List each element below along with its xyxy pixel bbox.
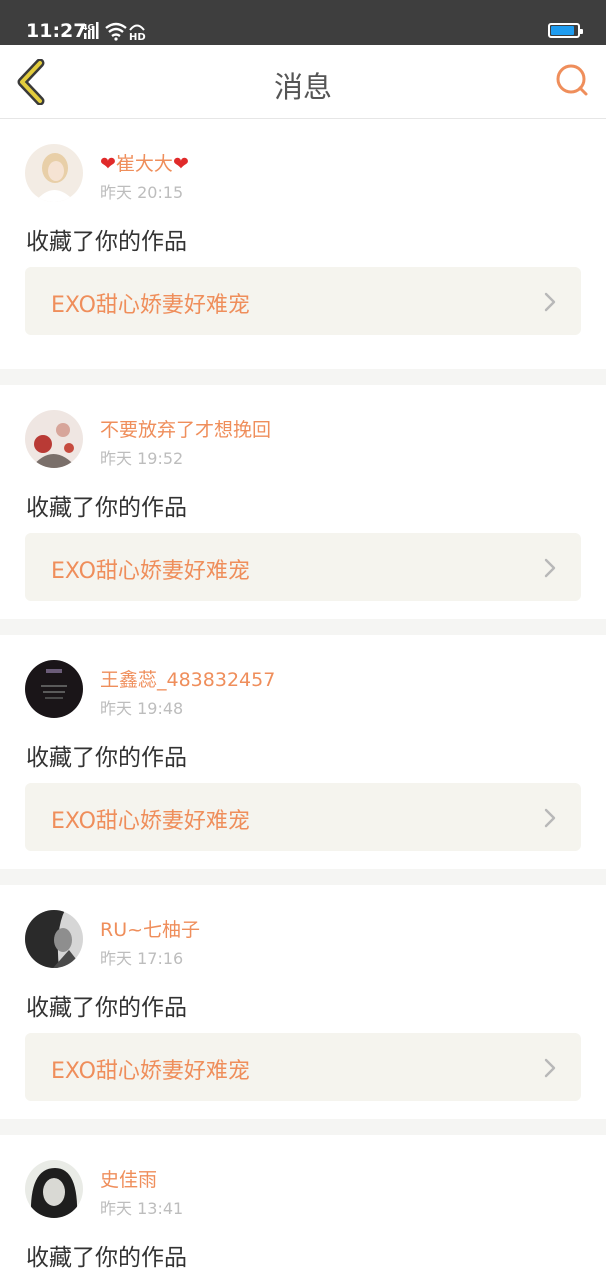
chevron-right-icon <box>544 808 556 828</box>
timestamp: 昨天 19:52 <box>100 449 184 468</box>
action-text: 收藏了你的作品 <box>26 995 187 1021</box>
user-name[interactable]: RU~七柚子 <box>100 915 200 942</box>
user-name-text: 崔大大 <box>115 153 173 175</box>
timestamp: 昨天 17:16 <box>100 949 184 968</box>
work-title: EXO甜心娇妻好难宠 <box>51 293 250 318</box>
action-text: 收藏了你的作品 <box>26 495 187 521</box>
message-item: 不要放弃了才想挽回 昨天 19:52 收藏了你的作品 EXO甜心娇妻好难宠 <box>0 369 606 619</box>
user-name[interactable]: 史佳雨 <box>100 1165 157 1192</box>
status-icons: 4G HD <box>82 22 146 41</box>
user-name[interactable]: ❤崔大大❤ <box>100 149 189 176</box>
chevron-right-icon <box>544 292 556 312</box>
user-avatar[interactable] <box>25 910 83 968</box>
battery-level <box>551 26 575 35</box>
action-text: 收藏了你的作品 <box>26 229 187 255</box>
timestamp: 昨天 13:41 <box>100 1199 184 1218</box>
heart-icon: ❤ <box>172 153 189 175</box>
message-item: ❤崔大大❤ 昨天 20:15 收藏了你的作品 EXO甜心娇妻好难宠 <box>0 119 606 369</box>
message-item: 王鑫蕊_483832457 昨天 19:48 收藏了你的作品 EXO甜心娇妻好难… <box>0 619 606 869</box>
user-avatar[interactable] <box>25 660 83 718</box>
battery-icon <box>548 23 583 38</box>
wifi-icon <box>105 22 127 37</box>
message-item: RU~七柚子 昨天 17:16 收藏了你的作品 EXO甜心娇妻好难宠 <box>0 869 606 1119</box>
heart-icon: ❤ <box>100 153 116 175</box>
hd-label: HD <box>129 32 146 41</box>
work-link[interactable]: EXO甜心娇妻好难宠 <box>25 783 581 851</box>
work-title: EXO甜心娇妻好难宠 <box>51 1059 250 1084</box>
message-item: 史佳雨 昨天 13:41 收藏了你的作品 <box>0 1119 606 1280</box>
work-title: EXO甜心娇妻好难宠 <box>51 559 250 584</box>
user-avatar[interactable] <box>25 410 83 468</box>
chevron-right-icon <box>544 558 556 578</box>
work-link[interactable]: EXO甜心娇妻好难宠 <box>25 1033 581 1101</box>
timestamp: 昨天 19:48 <box>100 699 184 718</box>
page-title: 消息 <box>273 70 332 104</box>
wifi-dot <box>114 37 118 41</box>
action-text: 收藏了你的作品 <box>26 745 187 771</box>
message-list: ❤崔大大❤ 昨天 20:15 收藏了你的作品 EXO甜心娇妻好难宠 不要放弃了才… <box>0 119 606 1280</box>
navigation-bar: 消息 <box>0 45 606 119</box>
timestamp: 昨天 20:15 <box>100 183 184 202</box>
status-bar: 11:27 4G HD <box>0 0 606 45</box>
user-avatar[interactable] <box>25 144 83 202</box>
chevron-right-icon <box>544 1058 556 1078</box>
hd-icon: HD <box>129 24 146 41</box>
user-avatar[interactable] <box>25 1160 83 1218</box>
user-name[interactable]: 不要放弃了才想挽回 <box>100 415 271 442</box>
work-link[interactable]: EXO甜心娇妻好难宠 <box>25 533 581 601</box>
work-link[interactable]: EXO甜心娇妻好难宠 <box>25 267 581 335</box>
work-title: EXO甜心娇妻好难宠 <box>51 809 250 834</box>
status-time: 11:27 <box>26 20 87 42</box>
action-text: 收藏了你的作品 <box>26 1245 187 1271</box>
search-icon[interactable] <box>554 62 590 98</box>
user-name[interactable]: 王鑫蕊_483832457 <box>100 665 275 692</box>
